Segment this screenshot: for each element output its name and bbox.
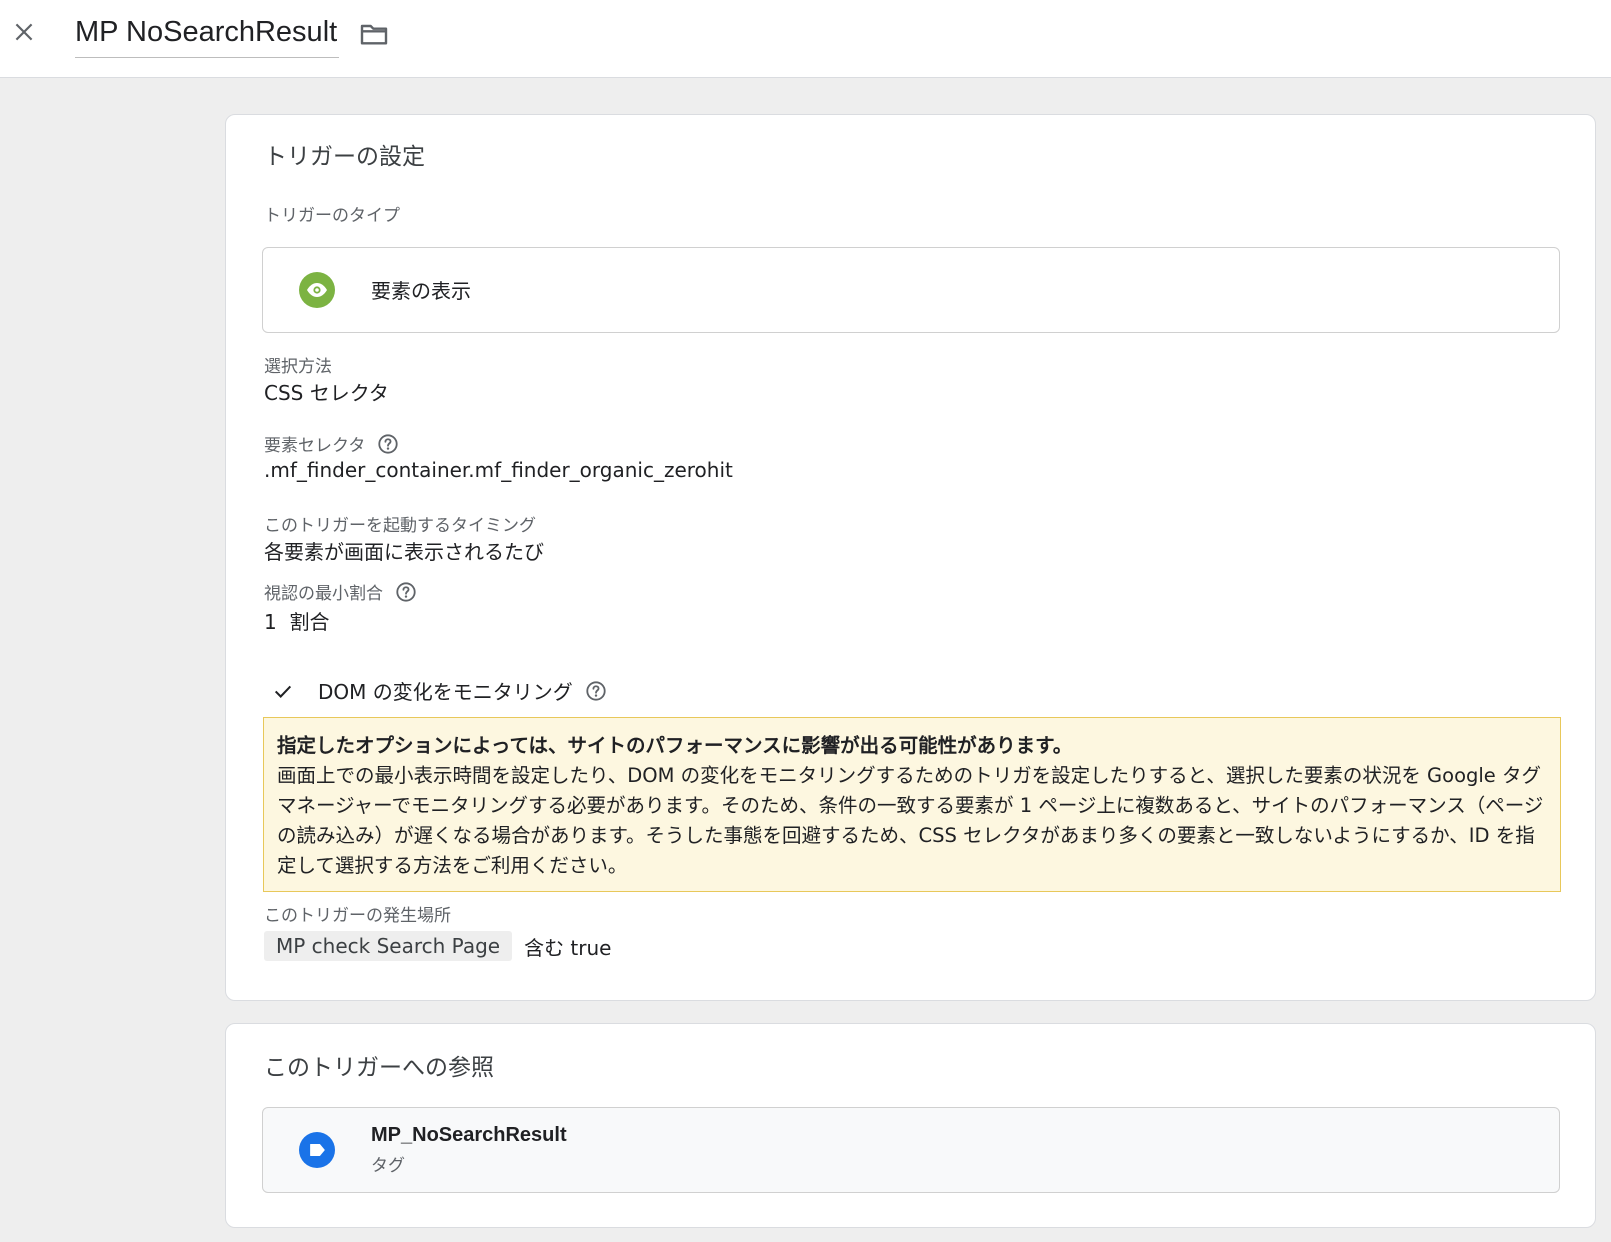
help-icon[interactable] xyxy=(395,581,417,603)
folder-button[interactable] xyxy=(356,16,392,52)
help-icon[interactable] xyxy=(585,680,607,702)
timing-label: このトリガーを起動するタイミング xyxy=(264,516,536,536)
check-icon xyxy=(272,680,294,702)
trigger-references-card: このトリガーへの参照 MP_NoSearchResult タグ xyxy=(225,1023,1596,1228)
variable-chip: MP check Search Page xyxy=(264,931,513,961)
selection-method-value: CSS セレクタ xyxy=(264,381,389,405)
reference-item[interactable]: MP_NoSearchResult タグ xyxy=(262,1107,1560,1193)
element-selector-label-text: 要素セレクタ xyxy=(264,436,366,456)
close-icon xyxy=(15,23,33,41)
help-icon[interactable] xyxy=(377,433,399,455)
top-bar: MP NoSearchResult xyxy=(0,0,1611,78)
trigger-type-label: トリガーのタイプ xyxy=(264,206,400,226)
condition-text: 含む true xyxy=(524,935,612,960)
min-visible-label-text: 視認の最小割合 xyxy=(264,584,383,604)
min-visible-label: 視認の最小割合 xyxy=(264,579,417,604)
tag-icon xyxy=(299,1132,335,1168)
element-selector-label: 要素セレクタ xyxy=(264,431,399,456)
min-visible-value: 1 割合 xyxy=(264,610,330,634)
trigger-type-name: 要素の表示 xyxy=(371,279,471,303)
trigger-type-box[interactable]: 要素の表示 xyxy=(262,247,1560,333)
dom-monitor-checkbox[interactable]: DOM の変化をモニタリング xyxy=(272,676,607,705)
dom-monitor-label: DOM の変化をモニタリング xyxy=(318,680,573,704)
timing-value: 各要素が画面に表示されるたび xyxy=(264,540,544,564)
card-title: このトリガーへの参照 xyxy=(264,1055,494,1081)
reference-kind: タグ xyxy=(371,1156,405,1176)
eye-icon xyxy=(299,272,335,308)
reference-name: MP_NoSearchResult xyxy=(371,1124,567,1146)
trigger-config-card[interactable]: トリガーの設定 トリガーのタイプ 要素の表示 選択方法 CSS セレクタ 要素セ… xyxy=(225,114,1596,1001)
warning-body: 画面上での最小表示時間を設定したり、DOM の変化をモニタリングするためのトリガ… xyxy=(277,764,1544,877)
close-button[interactable] xyxy=(6,14,42,50)
folder-icon xyxy=(360,24,388,45)
fires-on-label: このトリガーの発生場所 xyxy=(264,906,451,926)
selection-method-label: 選択方法 xyxy=(264,357,332,377)
element-selector-value: .mf_finder_container.mf_finder_organic_z… xyxy=(264,458,733,482)
performance-warning: 指定したオプションによっては、サイトのパフォーマンスに影響が出る可能性があります… xyxy=(263,717,1561,892)
trigger-name-field[interactable]: MP NoSearchResult xyxy=(75,14,340,58)
fires-on-condition: MP check Search Page 含む true xyxy=(264,931,611,961)
warning-title: 指定したオプションによっては、サイトのパフォーマンスに影響が出る可能性があります… xyxy=(277,734,1073,757)
card-title: トリガーの設定 xyxy=(264,144,425,170)
